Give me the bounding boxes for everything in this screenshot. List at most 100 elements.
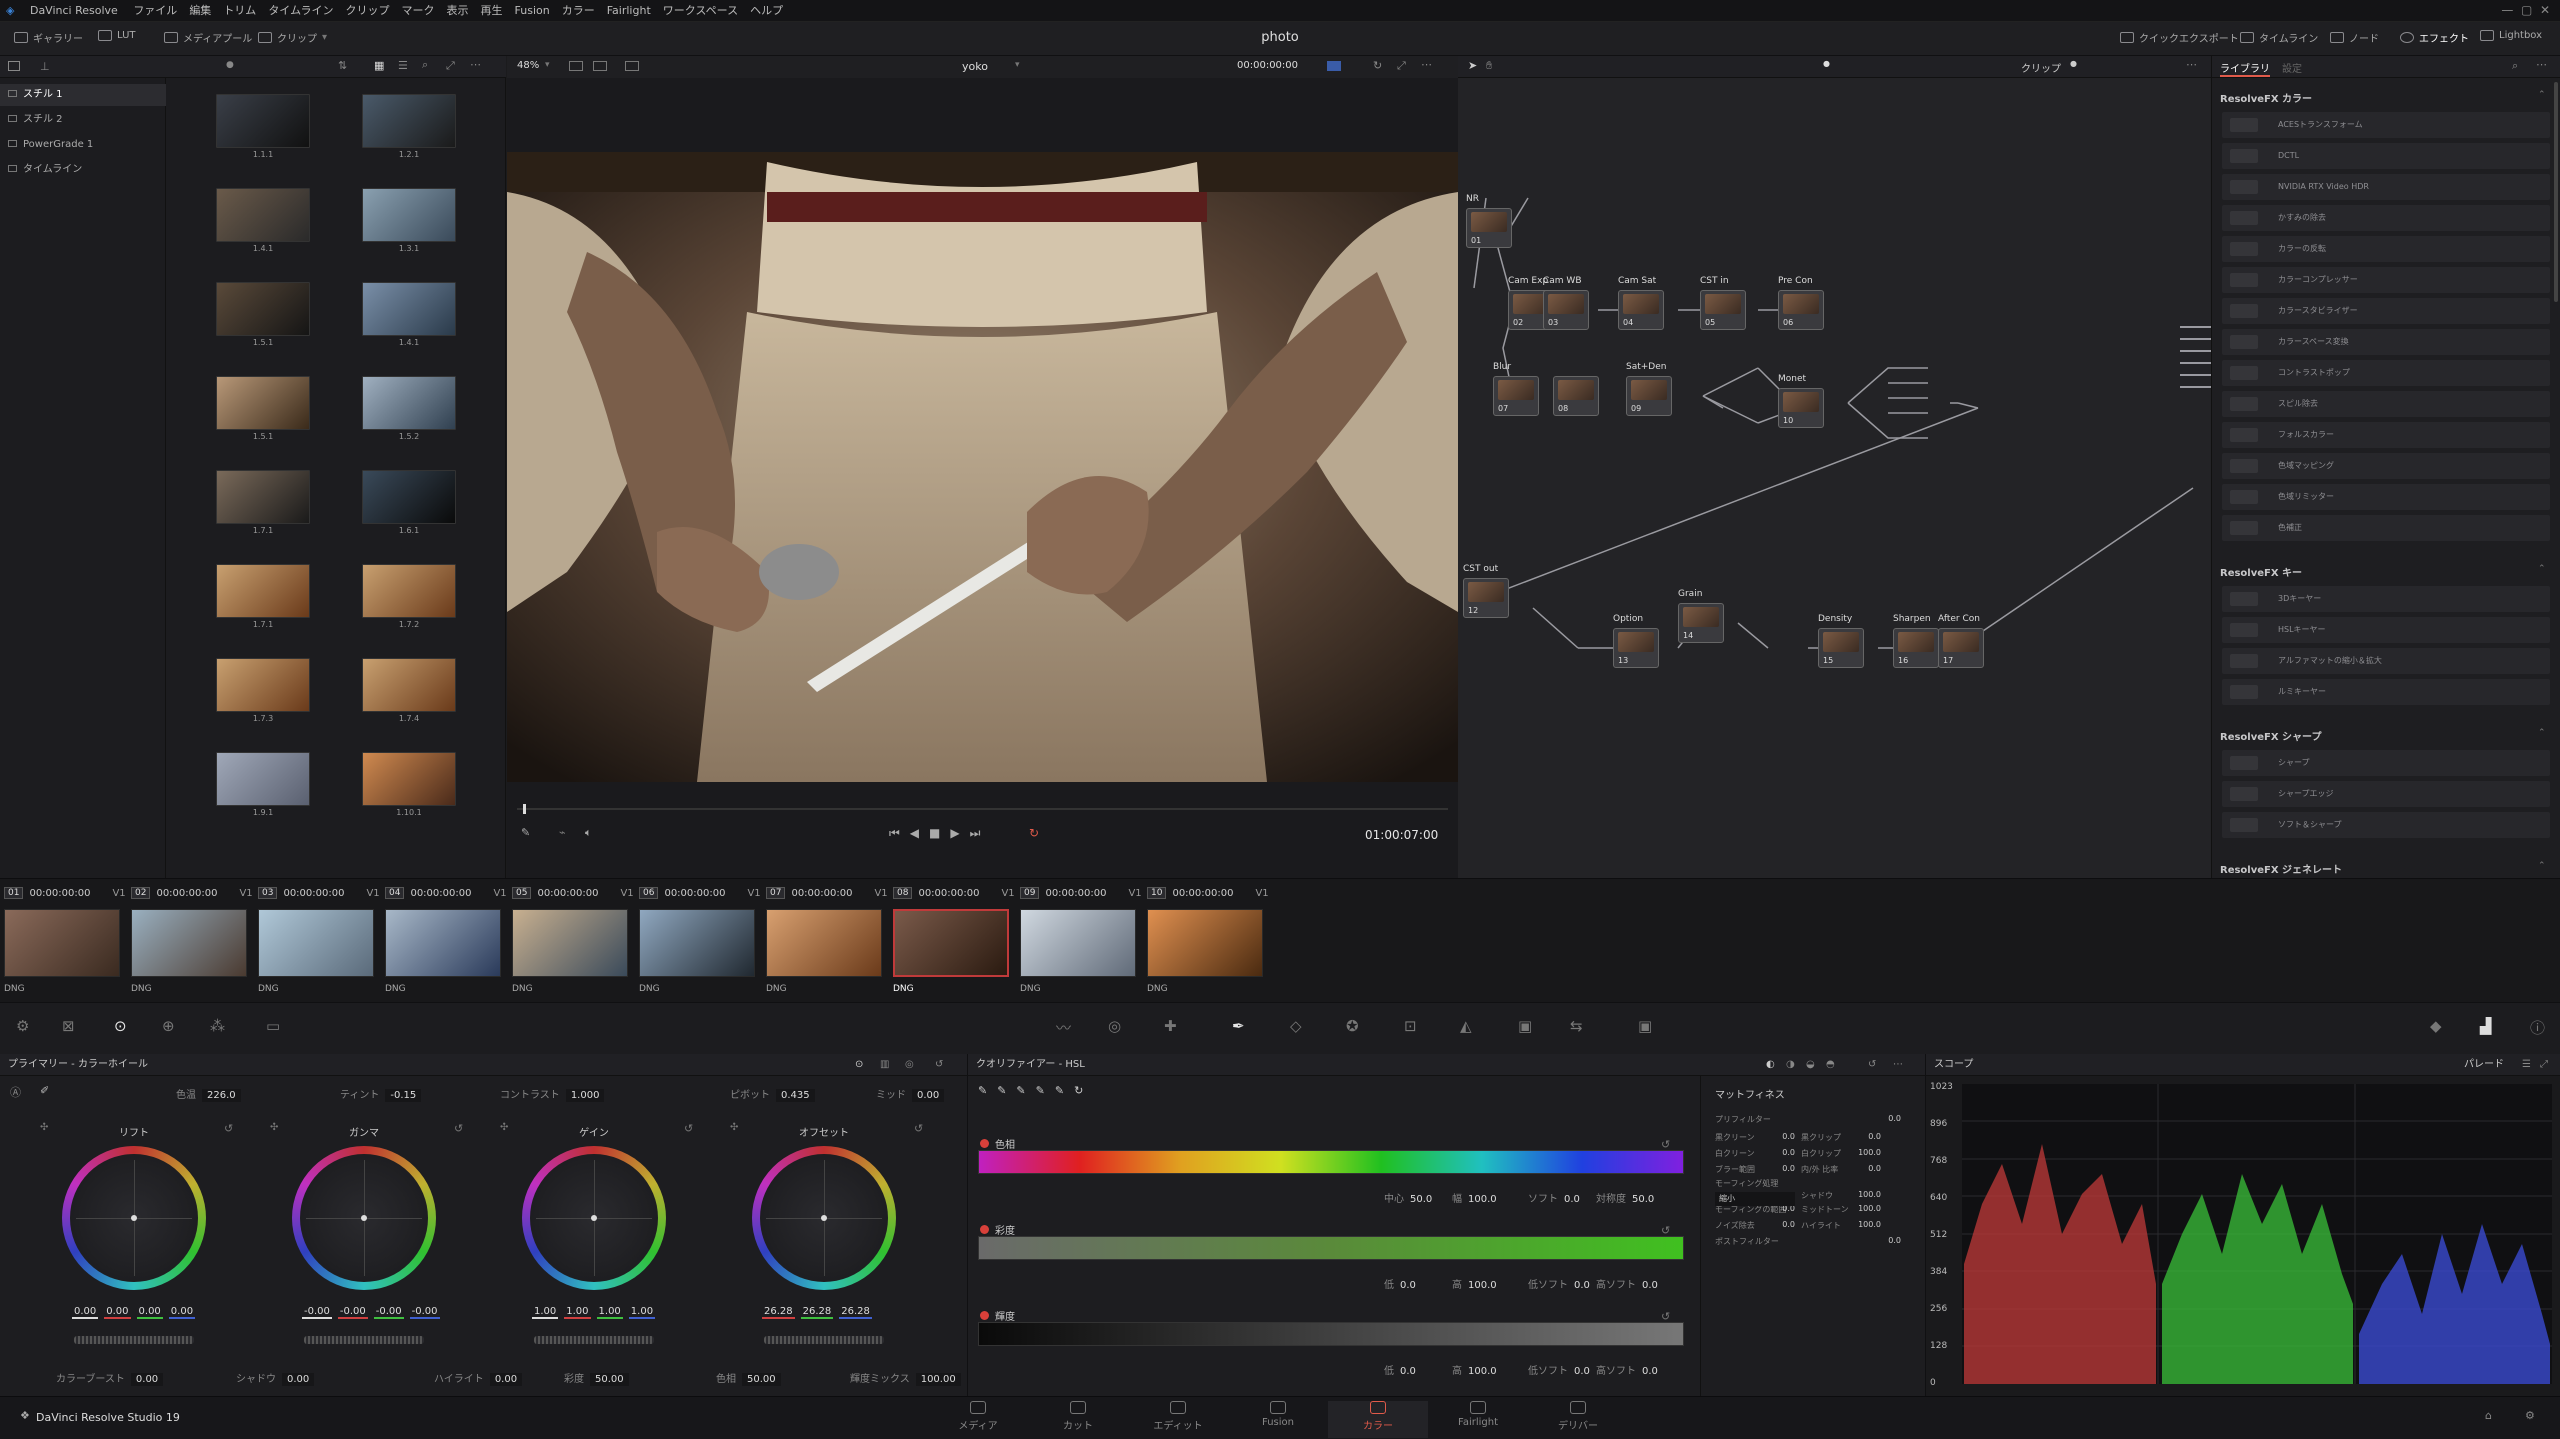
qualifier-icon[interactable]: ✚ — [1164, 1017, 1177, 1035]
matte-param[interactable]: ノイズ除去 0.0 — [1715, 1220, 1795, 1231]
menu-item[interactable]: クリップ — [340, 0, 396, 22]
color-wheel[interactable] — [62, 1146, 206, 1290]
param-value[interactable]: 100.0 — [1468, 1366, 1497, 1377]
still-thumbnail[interactable] — [216, 376, 310, 430]
clip-number[interactable]: 07 — [766, 887, 786, 899]
collapse-chevron-icon[interactable]: ⌃ — [2538, 564, 2546, 574]
sat-toggle[interactable]: 彩度 — [980, 1222, 1015, 1237]
still-thumbnail[interactable] — [216, 564, 310, 618]
lut-button[interactable]: LUT — [98, 30, 136, 41]
primary-param[interactable]: 色温 226.0 — [176, 1086, 241, 1102]
fx-scrollbar[interactable] — [2554, 82, 2558, 302]
color-node[interactable]: 08 — [1553, 376, 1599, 416]
sizing-icon[interactable]: ▣ — [1518, 1017, 1532, 1035]
panel-toggle-icon[interactable] — [8, 61, 20, 71]
clip-thumbnail[interactable] — [766, 909, 882, 977]
clips-button[interactable]: クリップ ▾ — [258, 30, 327, 45]
viewer-scrubber[interactable] — [517, 808, 1448, 810]
color-wheel[interactable] — [522, 1146, 666, 1290]
matte-param[interactable]: 内/外 比率 0.0 — [1801, 1164, 1881, 1175]
param-value[interactable]: 100.0 — [1858, 1148, 1881, 1157]
fx-item[interactable]: 色域リミッター — [2222, 484, 2550, 510]
clip-thumbnail[interactable] — [1020, 909, 1136, 977]
app-logo-icon[interactable]: ◈ — [0, 0, 20, 22]
album-item[interactable]: PowerGrade 1 — [0, 134, 166, 156]
clip-number[interactable]: 01 — [4, 887, 24, 899]
color-display-icon[interactable] — [1327, 61, 1341, 71]
fx-item[interactable]: カラースペース変換 — [2222, 329, 2550, 355]
fx-item[interactable]: フォルスカラー — [2222, 422, 2550, 448]
gallery-button[interactable]: ギャラリー — [14, 30, 83, 45]
param-value[interactable]: 226.0 — [202, 1089, 241, 1102]
param-value[interactable]: 0.0 — [1888, 1236, 1901, 1245]
wheel-option-icon[interactable]: ✣ — [730, 1122, 738, 1133]
fx-item[interactable]: HSLキーヤー — [2222, 617, 2550, 643]
menu-item[interactable]: 編集 — [183, 0, 217, 22]
wheel-value[interactable]: -0.00 — [337, 1306, 368, 1319]
color-node[interactable]: 05 — [1700, 290, 1746, 330]
param-value[interactable]: 0.0 — [1888, 1114, 1901, 1123]
clip-thumbnail[interactable] — [1147, 909, 1263, 977]
qualifier-3d-icon[interactable]: ◑ — [1786, 1054, 1795, 1076]
hue-range-bar[interactable] — [978, 1150, 1684, 1174]
hdr-wheels-icon[interactable]: ⊕ — [162, 1017, 175, 1035]
fx-item[interactable]: アルファマットの縮小＆拡大 — [2222, 648, 2550, 674]
color-node[interactable]: 14 — [1678, 603, 1724, 643]
viewer-more-icon[interactable]: ⋯ — [1421, 58, 1432, 71]
color-node[interactable]: 16 — [1893, 628, 1939, 668]
matte-param[interactable]: 黒クリップ 0.0 — [1801, 1132, 1881, 1143]
matte-param[interactable]: 白クリーン 0.0 — [1715, 1148, 1795, 1159]
settings-gear-icon[interactable]: ⚙ — [2525, 1409, 2535, 1422]
hsl-param[interactable]: 対称度 50.0 — [1596, 1190, 1654, 1205]
fx-item[interactable]: スピル除去 — [2222, 391, 2550, 417]
home-icon[interactable]: ⌂ — [2485, 1409, 2492, 1422]
menu-item[interactable]: ワークスペース — [657, 0, 744, 22]
scope-toggle-icon[interactable]: ▟ — [2480, 1017, 2492, 1035]
param-value[interactable]: 0.00 — [912, 1089, 945, 1102]
menu-item[interactable]: ファイル — [127, 0, 183, 22]
media-pool-button[interactable]: メディアプール — [164, 30, 252, 45]
fx-item[interactable]: コントラストポップ — [2222, 360, 2550, 386]
wheel-value[interactable]: 0.00 — [168, 1306, 196, 1319]
stereo-icon[interactable]: ▣ — [1638, 1017, 1652, 1035]
window-icon[interactable]: ✒ — [1232, 1017, 1245, 1035]
fx-search-icon[interactable]: ⌕ — [2512, 59, 2518, 73]
clip-thumbnail[interactable] — [4, 909, 120, 977]
color-warper-icon[interactable]: ◎ — [1108, 1017, 1121, 1035]
primary-param[interactable]: 彩度 50.00 — [564, 1370, 629, 1386]
param-value[interactable]: 100.0 — [1858, 1204, 1881, 1213]
master-wheel-slider[interactable] — [74, 1336, 194, 1344]
menu-item[interactable]: 表示 — [441, 0, 475, 22]
more-icon[interactable]: ⋯ — [470, 58, 481, 71]
still-thumbnail[interactable] — [362, 752, 456, 806]
clip-number[interactable]: 03 — [258, 887, 278, 899]
key-icon[interactable]: ◭ — [1460, 1017, 1472, 1035]
loop-icon[interactable]: ↻ — [1373, 59, 1382, 72]
wheel-value[interactable]: 26.28 — [839, 1306, 872, 1319]
matte-param[interactable]: ミッドトーン 100.0 — [1801, 1204, 1881, 1215]
color-node[interactable]: 03 — [1543, 290, 1589, 330]
list-view-icon[interactable]: ☰ — [398, 59, 408, 72]
menu-item[interactable]: 再生 — [475, 0, 509, 22]
wheel-value[interactable]: 0.00 — [72, 1306, 99, 1319]
collapse-chevron-icon[interactable]: ⌃ — [2538, 90, 2546, 100]
wheel-option-icon[interactable]: ✣ — [40, 1122, 48, 1133]
3d-icon[interactable]: ⇆ — [1570, 1017, 1583, 1035]
hsl-param[interactable]: 高 100.0 — [1452, 1362, 1497, 1377]
search-icon[interactable]: ⌕ — [422, 58, 428, 72]
param-value[interactable]: 100.0 — [1858, 1220, 1881, 1229]
collapse-chevron-icon[interactable]: ⌃ — [2538, 728, 2546, 738]
app-name[interactable]: DaVinci Resolve — [24, 0, 124, 22]
color-node[interactable]: 12 — [1463, 578, 1509, 618]
param-value[interactable]: 0.435 — [776, 1089, 815, 1102]
viewer-mode-icon[interactable] — [569, 61, 583, 71]
fx-item[interactable]: カラーの反転 — [2222, 236, 2550, 262]
fx-item[interactable]: DCTL — [2222, 143, 2550, 169]
still-thumbnail[interactable] — [216, 188, 310, 242]
primary-param[interactable]: カラーブースト 0.00 — [56, 1370, 164, 1386]
qualifier-tools-icons[interactable]: ✎✎✎✎✎↻ — [978, 1084, 1093, 1097]
wheel-reset-icon[interactable]: ↺ — [454, 1122, 463, 1135]
color-wheels-icon[interactable]: ⊙ — [114, 1017, 127, 1035]
still-thumbnail[interactable] — [362, 470, 456, 524]
primary-param[interactable]: シャドウ 0.00 — [236, 1370, 315, 1386]
